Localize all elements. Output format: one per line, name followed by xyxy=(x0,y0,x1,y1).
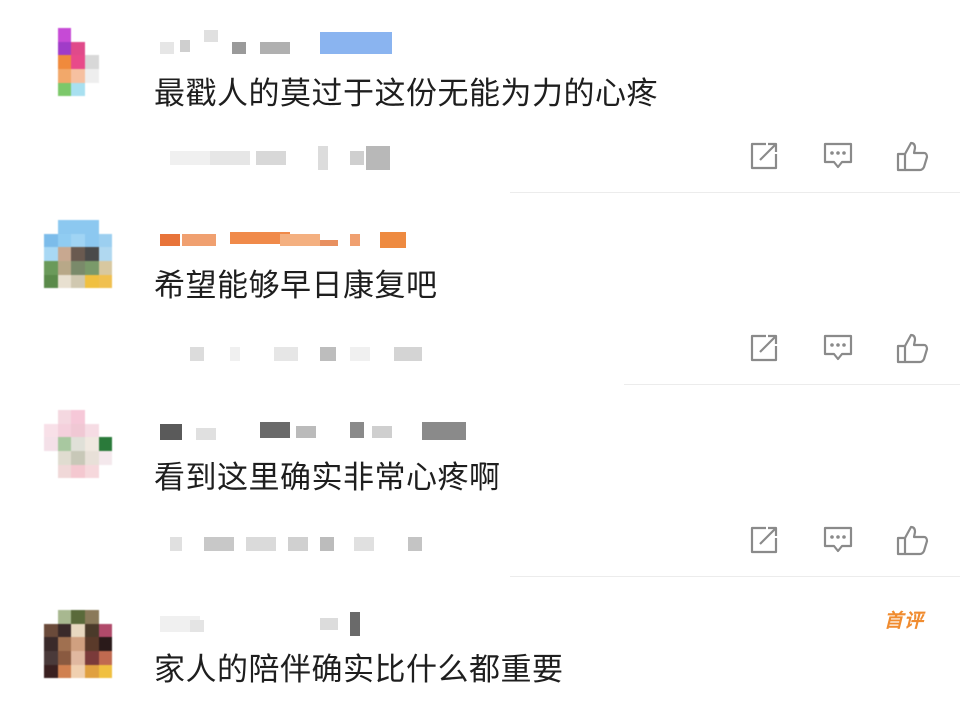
comment-text: 家人的陪伴确实比什么都重要 xyxy=(154,652,564,688)
avatar[interactable] xyxy=(44,28,126,110)
comment-actions xyxy=(744,328,932,368)
comment-meta xyxy=(170,342,430,366)
username[interactable] xyxy=(160,422,480,444)
username[interactable] xyxy=(160,230,420,252)
first-comment-badge: 首评 xyxy=(883,610,924,632)
thumbs-up-icon[interactable] xyxy=(892,328,932,368)
thumbs-up-icon[interactable] xyxy=(892,136,932,176)
share-icon[interactable] xyxy=(744,520,784,560)
reply-icon[interactable] xyxy=(818,520,858,560)
comment-text: 最戳人的莫过于这份无能为力的心疼 xyxy=(154,76,658,112)
username[interactable] xyxy=(160,30,400,56)
comment-actions xyxy=(744,136,932,176)
share-icon[interactable] xyxy=(744,328,784,368)
avatar[interactable] xyxy=(44,610,126,692)
avatar[interactable] xyxy=(44,410,126,492)
comment-meta xyxy=(170,146,410,170)
reply-icon[interactable] xyxy=(818,328,858,368)
thumbs-up-icon[interactable] xyxy=(892,520,932,560)
divider xyxy=(624,384,960,385)
username[interactable] xyxy=(160,612,380,636)
share-icon[interactable] xyxy=(744,136,784,176)
divider xyxy=(510,576,960,577)
divider xyxy=(510,192,960,193)
comment-text: 希望能够早日康复吧 xyxy=(154,268,438,304)
avatar[interactable] xyxy=(44,220,126,302)
comment-actions xyxy=(744,520,932,560)
comment-text: 看到这里确实非常心疼啊 xyxy=(154,460,501,496)
comment-meta xyxy=(170,532,430,556)
reply-icon[interactable] xyxy=(818,136,858,176)
